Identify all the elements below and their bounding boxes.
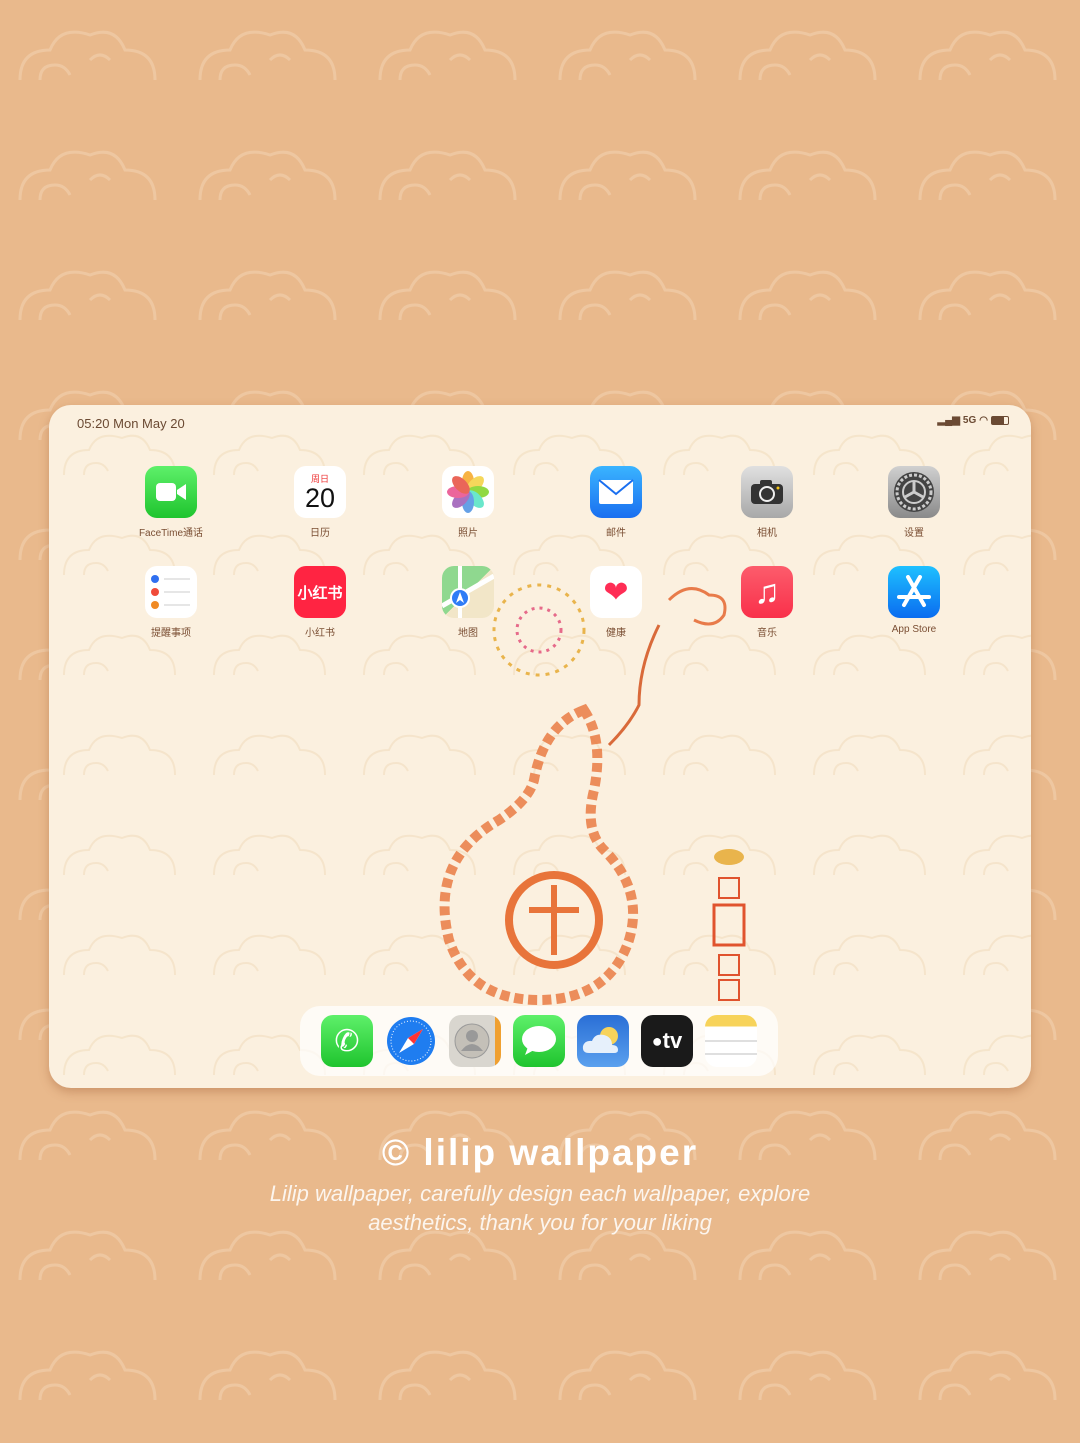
safari-icon[interactable] xyxy=(385,1015,437,1067)
camera-icon xyxy=(741,466,793,518)
phone-icon[interactable]: ✆ xyxy=(321,1015,373,1067)
app-label: 日历 xyxy=(310,528,330,539)
apple-tv-icon[interactable]: ● tv xyxy=(641,1015,693,1067)
app-label: 地图 xyxy=(458,628,478,639)
xiaohongshu-icon: 小红书 xyxy=(294,566,346,618)
app-music[interactable]: ♫ 音乐 xyxy=(712,566,822,639)
app-facetime[interactable]: FaceTime通话 xyxy=(116,466,226,539)
app-label: 音乐 xyxy=(757,628,777,639)
app-label: App Store xyxy=(891,624,937,635)
notes-icon[interactable] xyxy=(705,1015,757,1067)
calendar-day: 20 xyxy=(304,483,336,513)
signal-icon: ▂▄▆ xyxy=(937,415,960,426)
facetime-icon xyxy=(145,466,197,518)
brand-tagline-line1: Lilip wallpaper, carefully design each w… xyxy=(269,1181,811,1206)
app-app-store[interactable]: App Store xyxy=(859,566,969,635)
app-maps[interactable]: 地图 xyxy=(413,566,523,639)
reminders-icon xyxy=(145,566,197,618)
status-indicators: ▂▄▆ 5G ◠ xyxy=(937,415,1009,426)
app-photos[interactable]: 照片 xyxy=(413,466,523,539)
health-icon: ❤ xyxy=(590,566,642,618)
app-store-icon xyxy=(888,566,940,618)
app-calendar[interactable]: 周日 20 日历 xyxy=(265,466,375,539)
app-label: 设置 xyxy=(904,528,924,539)
app-reminders[interactable]: 提醒事项 xyxy=(116,566,226,639)
mail-icon xyxy=(590,466,642,518)
app-camera[interactable]: 相机 xyxy=(712,466,822,539)
app-label: 健康 xyxy=(606,628,626,639)
app-label: 提醒事项 xyxy=(151,628,191,639)
app-health[interactable]: ❤ 健康 xyxy=(561,566,671,639)
app-settings[interactable]: 设置 xyxy=(859,466,969,539)
contacts-icon[interactable] xyxy=(449,1015,501,1067)
maps-icon xyxy=(442,566,494,618)
messages-icon[interactable] xyxy=(513,1015,565,1067)
app-label: 邮件 xyxy=(606,528,626,539)
app-label: 小红书 xyxy=(305,628,335,639)
apple-logo-icon: ● xyxy=(651,1030,663,1051)
wifi-icon: ◠ xyxy=(979,415,988,426)
calendar-icon: 周日 20 xyxy=(294,466,346,518)
app-label: 相机 xyxy=(757,528,777,539)
app-mail[interactable]: 邮件 xyxy=(561,466,671,539)
brand-title: © lilip wallpaper xyxy=(381,1132,699,1173)
network-label: 5G xyxy=(962,415,977,426)
app-label: 照片 xyxy=(458,528,478,539)
app-label: FaceTime通话 xyxy=(138,528,204,539)
settings-icon xyxy=(888,466,940,518)
tv-label: tv xyxy=(662,1028,683,1053)
app-xiaohongshu[interactable]: 小红书 小红书 xyxy=(265,566,375,639)
music-icon: ♫ xyxy=(741,566,793,618)
battery-icon xyxy=(991,416,1009,425)
photos-icon xyxy=(442,466,494,518)
weather-icon[interactable] xyxy=(577,1015,629,1067)
ipad-screen: 05:20 Mon May 20 ▂▄▆ 5G ◠ FaceTime通话 周日 … xyxy=(49,405,1031,1088)
xiaohongshu-logo-text: 小红书 xyxy=(297,584,343,602)
status-time: 05:20 Mon May 20 xyxy=(77,416,185,431)
brand-tagline-line2: aesthetics, thank you for your liking xyxy=(368,1210,712,1235)
dock: ✆ ● tv xyxy=(300,1006,778,1076)
